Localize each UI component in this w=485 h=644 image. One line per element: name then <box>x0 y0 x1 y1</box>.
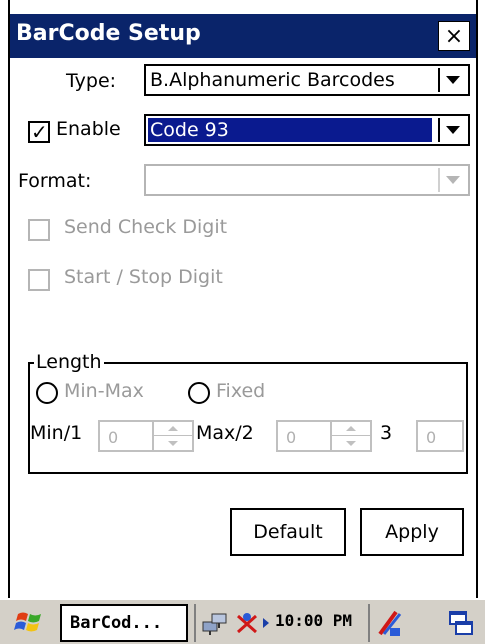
enable-label: Enable <box>56 118 121 140</box>
third-label: 3 <box>380 422 393 444</box>
max-spinner[interactable] <box>330 420 372 452</box>
start-stop-digit-checkbox[interactable] <box>28 269 50 291</box>
length-legend: Length <box>34 351 104 373</box>
clock[interactable]: 10:00 PM <box>275 611 352 630</box>
chevron-down-icon[interactable] <box>438 168 466 192</box>
send-check-digit-checkbox[interactable] <box>28 219 50 241</box>
min-spinner[interactable] <box>152 420 194 452</box>
windows-start-icon[interactable] <box>14 606 46 638</box>
chevron-down-icon[interactable] <box>438 118 466 142</box>
max-input[interactable]: 0 <box>276 420 332 452</box>
symbology-dropdown[interactable]: Code 93 <box>144 114 470 146</box>
spin-down-icon[interactable] <box>154 436 192 450</box>
input-panel-icon[interactable] <box>374 608 404 638</box>
type-dropdown[interactable]: B.Alphanumeric Barcodes <box>144 64 470 96</box>
min-input[interactable]: 0 <box>98 420 154 452</box>
window-title: BarCode Setup <box>16 21 201 46</box>
enable-checkbox[interactable]: ✓ <box>28 120 50 144</box>
symbology-dropdown-value: Code 93 <box>148 118 432 142</box>
close-icon: × <box>444 23 464 49</box>
third-input[interactable]: 0 <box>416 420 464 452</box>
send-check-digit-label: Send Check Digit <box>64 216 228 238</box>
tray-expand-icon[interactable] <box>260 608 272 638</box>
max-label: Max/2 <box>196 422 254 444</box>
checkmark-icon: ✓ <box>31 120 48 144</box>
spin-up-icon[interactable] <box>154 422 192 436</box>
type-dropdown-value: B.Alphanumeric Barcodes <box>150 69 395 91</box>
fixed-label: Fixed <box>216 380 266 402</box>
fixed-radio[interactable] <box>188 382 210 404</box>
spin-down-icon[interactable] <box>332 436 370 450</box>
start-stop-digit-label: Start / Stop Digit <box>64 266 223 288</box>
tray-divider <box>368 604 370 642</box>
network-icon[interactable] <box>200 608 230 638</box>
apply-button[interactable]: Apply <box>360 508 464 556</box>
tray-divider <box>194 604 196 642</box>
close-button[interactable]: × <box>438 21 470 51</box>
title-bar: BarCode Setup × <box>10 14 476 58</box>
taskbar: BarCod... 10:00 PM <box>0 598 485 644</box>
taskbar-app-button[interactable]: BarCod... <box>60 604 188 642</box>
connectivity-off-icon[interactable] <box>232 608 262 638</box>
chevron-down-icon[interactable] <box>438 68 466 92</box>
default-button[interactable]: Default <box>230 508 346 556</box>
barcode-setup-window: BarCode Setup × Type: B.Alphanumeric Bar… <box>8 0 478 598</box>
min-max-label: Min-Max <box>64 380 144 402</box>
min-label: Min/1 <box>30 422 83 444</box>
min-max-radio[interactable] <box>36 382 58 404</box>
length-groupbox: Length Min-Max Fixed Min/1 0 Max/2 0 3 0 <box>28 351 468 474</box>
format-label: Format: <box>18 170 92 192</box>
desktop-switch-icon[interactable] <box>446 608 476 638</box>
format-dropdown[interactable] <box>144 164 470 196</box>
spin-up-icon[interactable] <box>332 422 370 436</box>
type-label: Type: <box>66 70 117 92</box>
